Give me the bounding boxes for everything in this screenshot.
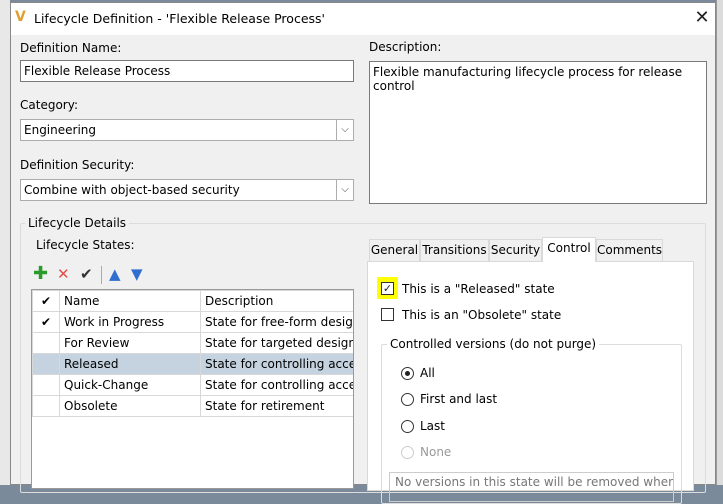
definition-name-label: Definition Name: [20,41,122,55]
tab-security[interactable]: Security [489,239,542,261]
obsolete-checkbox[interactable] [381,308,394,321]
add-icon[interactable]: ✚ [33,265,48,283]
move-down-icon[interactable]: ▼ [131,266,143,282]
background-app-right [716,0,723,485]
tab-transitions[interactable]: Transitions [420,239,489,261]
state-name: Released [59,353,201,375]
toolbar-separator [101,266,102,284]
description-column-header[interactable]: Description [200,290,353,312]
table-header: ✔ Name Description [32,290,353,312]
check-icon[interactable]: ✔ [80,266,93,282]
description-label: Description: [369,40,442,54]
name-column-header[interactable]: Name [59,290,201,312]
radio-last-label: Last [420,419,445,433]
definition-name-input[interactable]: Flexible Release Process [20,60,354,82]
check-cell [32,353,60,375]
check-cell [32,332,60,354]
state-name: For Review [59,332,201,354]
control-tab-panel: ✓ This is a "Released" state This is an … [367,261,694,504]
title-bar: V Lifecycle Definition - 'Flexible Relea… [11,3,715,35]
state-description: State for free-form design ... [200,311,353,333]
state-name: Work in Progress [59,311,201,333]
state-name: Obsolete [59,395,201,417]
released-label: This is a "Released" state [402,282,555,296]
states-table: ✔ Name Description ✔ Work in Progress St… [31,289,354,489]
check-cell [32,374,60,396]
table-row[interactable]: Quick-Change State for controlling acces… [32,374,353,396]
radio-last[interactable] [401,420,414,433]
state-description: State for controlling acces... [200,374,353,396]
table-row[interactable]: Obsolete State for retirement [32,395,353,417]
description-textarea[interactable]: Flexible manufacturing lifecycle process… [369,61,707,204]
tab-strip: General Transitions Security Control Com… [367,237,697,263]
dialog-title: Lifecycle Definition - 'Flexible Release… [34,11,325,26]
state-description: State for retirement [200,395,353,417]
tab-control[interactable]: Control [542,237,596,262]
state-description: State for targeted design r... [200,332,353,354]
category-value: Engineering [24,123,96,137]
security-select[interactable]: Combine with object-based security ⌵ [20,179,354,201]
background-app-left [0,0,10,485]
lifecycle-definition-dialog: V Lifecycle Definition - 'Flexible Relea… [10,2,716,504]
radio-none[interactable] [401,446,414,459]
state-description: State for controlling acces... [200,353,353,375]
chevron-down-icon[interactable]: ⌵ [336,120,353,140]
tab-comments[interactable]: Comments [596,239,663,261]
app-logo-icon: V [15,9,26,25]
check-cell [32,395,60,417]
category-select[interactable]: Engineering ⌵ [20,119,354,141]
delete-icon[interactable]: ✕ [57,266,70,282]
radio-all[interactable] [401,367,414,380]
table-row[interactable]: For Review State for targeted design r..… [32,332,353,354]
security-label: Definition Security: [20,158,135,172]
radio-none-label: None [420,445,452,459]
radio-first-and-last[interactable] [401,393,414,406]
table-row-selected[interactable]: Released State for controlling acces... [32,353,353,375]
controlled-versions-label: Controlled versions (do not purge) [387,337,600,351]
radio-all-label: All [420,366,435,380]
lifecycle-states-label: Lifecycle States: [36,238,135,252]
tab-general[interactable]: General [369,239,420,261]
close-icon[interactable]: ✕ [691,7,713,29]
lifecycle-details-label: Lifecycle Details [25,216,130,230]
move-up-icon[interactable]: ▲ [109,266,121,282]
released-checkbox[interactable]: ✓ [381,282,394,295]
radio-first-and-last-label: First and last [420,392,498,406]
chevron-down-icon[interactable]: ⌵ [336,180,353,200]
states-toolbar: ✚ ✕ ✔ ▲ ▼ [33,265,163,284]
versions-note: No versions in this state will be remove… [389,472,674,502]
state-name: Quick-Change [59,374,201,396]
obsolete-label: This is an "Obsolete" state [402,308,562,322]
check-icon: ✔ [32,311,60,333]
table-row[interactable]: ✔ Work in Progress State for free-form d… [32,311,353,333]
category-label: Category: [20,98,78,112]
check-column-header[interactable]: ✔ [32,290,60,312]
security-value: Combine with object-based security [24,183,240,197]
